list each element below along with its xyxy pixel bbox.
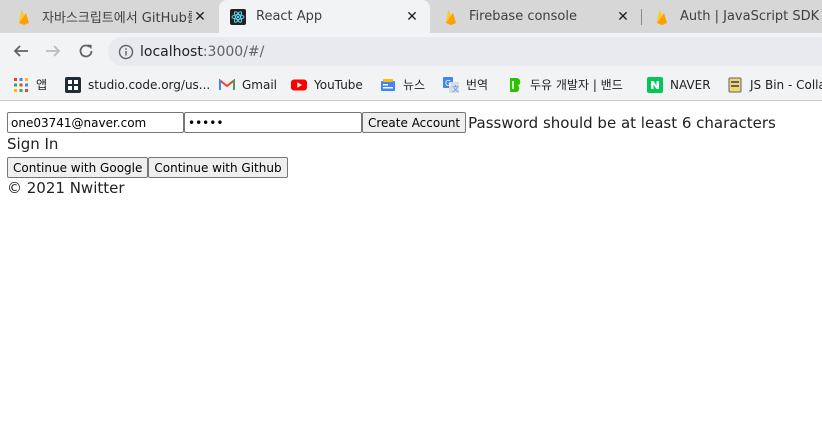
- bookmark-translate[interactable]: G文 번역: [443, 69, 488, 100]
- code-org-icon: [65, 76, 81, 93]
- reload-icon[interactable]: [74, 39, 98, 63]
- bookmark-band[interactable]: 두유 개발자 | 밴드: [507, 69, 623, 100]
- svg-text:文: 文: [452, 84, 459, 93]
- url-path: :3000/#/: [202, 43, 265, 60]
- naver-icon: [647, 76, 663, 93]
- back-arrow-icon[interactable]: [9, 39, 33, 63]
- jsbin-icon: [727, 77, 743, 93]
- continue-with-github-button[interactable]: Continue with Github: [148, 157, 288, 178]
- firebase-icon: [16, 9, 32, 25]
- firebase-icon: [654, 9, 670, 25]
- error-message: Password should be at least 6 characters: [468, 113, 776, 132]
- forward-arrow-icon[interactable]: [41, 39, 65, 63]
- auth-form: one03741@naver.com ••••• Create Account …: [7, 112, 776, 133]
- tab-title: 자바스크립트에서 GitHub를: [42, 11, 192, 26]
- news-icon: [380, 77, 396, 93]
- close-icon[interactable]: ✕: [192, 9, 208, 25]
- sign-in-toggle[interactable]: Sign In: [7, 135, 58, 153]
- continue-with-google-button[interactable]: Continue with Google: [7, 157, 149, 178]
- bookmark-gmail[interactable]: Gmail: [219, 69, 277, 100]
- tab-github-article[interactable]: 자바스크립트에서 GitHub를 ✕: [0, 0, 218, 33]
- bookmark-label: YouTube: [314, 77, 363, 92]
- browser-toolbar: localhost:3000/#/: [0, 33, 822, 69]
- password-input[interactable]: •••••: [184, 112, 362, 133]
- social-login-row: Continue with Google Continue with Githu…: [7, 157, 288, 178]
- bookmark-label: 두유 개발자 | 밴드: [530, 78, 623, 92]
- page-content: one03741@naver.com ••••• Create Account …: [0, 102, 822, 447]
- bookmark-label: 번역: [466, 78, 489, 92]
- bookmark-jsbin[interactable]: JS Bin - Colla: [727, 69, 822, 100]
- bookmark-apps[interactable]: 앱: [13, 69, 47, 100]
- address-bar[interactable]: localhost:3000/#/: [108, 37, 822, 66]
- bookmark-news[interactable]: 뉴스: [380, 69, 425, 100]
- tab-title: Auth | JavaScript SDK | F: [680, 9, 822, 24]
- create-account-button[interactable]: Create Account: [362, 112, 467, 133]
- email-input[interactable]: one03741@naver.com: [7, 112, 184, 133]
- tab-strip: 자바스크립트에서 GitHub를 ✕ React App ✕ Firebase …: [0, 0, 822, 33]
- close-icon[interactable]: ✕: [404, 9, 420, 25]
- tab-title: React App: [256, 9, 323, 24]
- translate-icon: G文: [443, 76, 459, 93]
- bookmark-label: 앱: [36, 78, 48, 92]
- tab-firebase-console[interactable]: Firebase console ✕: [431, 0, 641, 33]
- info-icon[interactable]: [118, 44, 134, 60]
- bookmark-label: 뉴스: [403, 78, 426, 92]
- bookmark-naver[interactable]: NAVER: [647, 69, 711, 100]
- url-host: localhost: [140, 43, 203, 60]
- bookmark-label: Gmail: [242, 77, 278, 92]
- bookmark-studio-code-org[interactable]: studio.code.org/us...: [65, 69, 210, 100]
- apps-grid-icon: [13, 77, 29, 93]
- bookmark-label: NAVER: [670, 77, 711, 92]
- close-icon[interactable]: ✕: [615, 9, 631, 25]
- tab-react-app[interactable]: React App ✕: [219, 0, 430, 33]
- youtube-icon: [291, 77, 307, 93]
- footer-copyright: © 2021 Nwitter: [7, 179, 125, 197]
- tab-auth-js-sdk[interactable]: Auth | JavaScript SDK | F: [642, 0, 822, 33]
- tab-title: Firebase console: [469, 9, 577, 24]
- url-text: localhost:3000/#/: [140, 44, 264, 60]
- bookmark-label: studio.code.org/us...: [88, 77, 211, 92]
- firebase-icon: [443, 9, 459, 25]
- react-icon: [230, 8, 246, 25]
- bookmark-youtube[interactable]: YouTube: [291, 69, 363, 100]
- bookmarks-bar: 앱 studio.code.org/us... Gmail YouTube 뉴스…: [0, 69, 822, 101]
- band-icon: [507, 77, 523, 93]
- gmail-icon: [219, 77, 235, 93]
- bookmark-label: JS Bin - Colla: [750, 77, 822, 92]
- svg-text:G: G: [445, 79, 451, 88]
